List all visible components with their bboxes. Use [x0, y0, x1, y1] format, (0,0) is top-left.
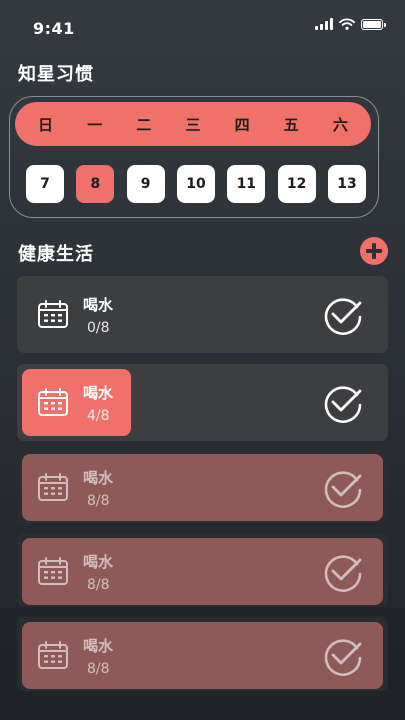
- date-button[interactable]: 9: [126, 165, 165, 203]
- date-button[interactable]: 11: [227, 165, 266, 203]
- habit-title: 喝水: [83, 384, 114, 402]
- weekday-label: 一: [87, 115, 103, 134]
- habit-count: 4/8: [87, 408, 110, 424]
- weekday-label: 五: [283, 115, 299, 134]
- habit-count: 0/8: [87, 320, 110, 336]
- habit-title: 喝水: [83, 637, 114, 655]
- date-button[interactable]: 7: [26, 165, 64, 203]
- checkmark-circle-icon[interactable]: [323, 468, 365, 508]
- week-calendar: 日 一 二 三 四 五 六 7 8 9 10 11 12 13: [9, 96, 379, 218]
- calendar-icon: [38, 473, 68, 501]
- habit-title: 喝水: [83, 296, 114, 314]
- checkmark-circle-icon[interactable]: [323, 383, 365, 423]
- weekday-label: 二: [136, 115, 152, 134]
- habit-title: 喝水: [83, 469, 114, 487]
- date-button[interactable]: 12: [277, 165, 316, 203]
- status-bar: 9:41: [0, 0, 405, 50]
- calendar-icon: [38, 557, 68, 585]
- add-habit-button[interactable]: [360, 237, 388, 265]
- habit-count: 8/8: [87, 661, 110, 677]
- date-row: 7 8 9 10 11 12 13: [26, 165, 366, 203]
- wifi-icon: [339, 18, 355, 30]
- habit-card[interactable]: 喝水 8/8: [17, 617, 388, 691]
- app-title: 知星习惯: [18, 64, 94, 85]
- weekday-bar: 日 一 二 三 四 五 六: [15, 102, 371, 146]
- weekday-label: 日: [38, 115, 54, 134]
- battery-icon: [361, 18, 386, 30]
- status-time: 9:41: [33, 19, 75, 38]
- habit-count: 8/8: [87, 577, 110, 593]
- signal-icon: [315, 18, 333, 30]
- calendar-icon: [38, 388, 68, 416]
- weekday-label: 六: [332, 115, 348, 134]
- habit-card[interactable]: 喝水 8/8: [17, 533, 388, 607]
- date-button[interactable]: 8: [76, 165, 115, 203]
- habit-card[interactable]: 喝水 0/8: [17, 276, 388, 353]
- habit-card[interactable]: 喝水 8/8: [17, 449, 388, 523]
- date-button[interactable]: 10: [176, 165, 215, 203]
- weekday-label: 三: [185, 115, 201, 134]
- checkmark-circle-icon[interactable]: [323, 636, 365, 676]
- weekday-label: 四: [234, 115, 250, 134]
- battery-level: [363, 20, 381, 28]
- section-title: 健康生活: [18, 244, 94, 265]
- date-button[interactable]: 13: [327, 165, 366, 203]
- status-icons: [315, 18, 386, 30]
- calendar-icon: [38, 300, 68, 328]
- habit-count: 8/8: [87, 493, 110, 509]
- checkmark-circle-icon[interactable]: [323, 295, 365, 335]
- checkmark-circle-icon[interactable]: [323, 552, 365, 592]
- habit-card[interactable]: 喝水 4/8: [17, 364, 388, 441]
- habit-title: 喝水: [83, 553, 114, 571]
- calendar-icon: [38, 641, 68, 669]
